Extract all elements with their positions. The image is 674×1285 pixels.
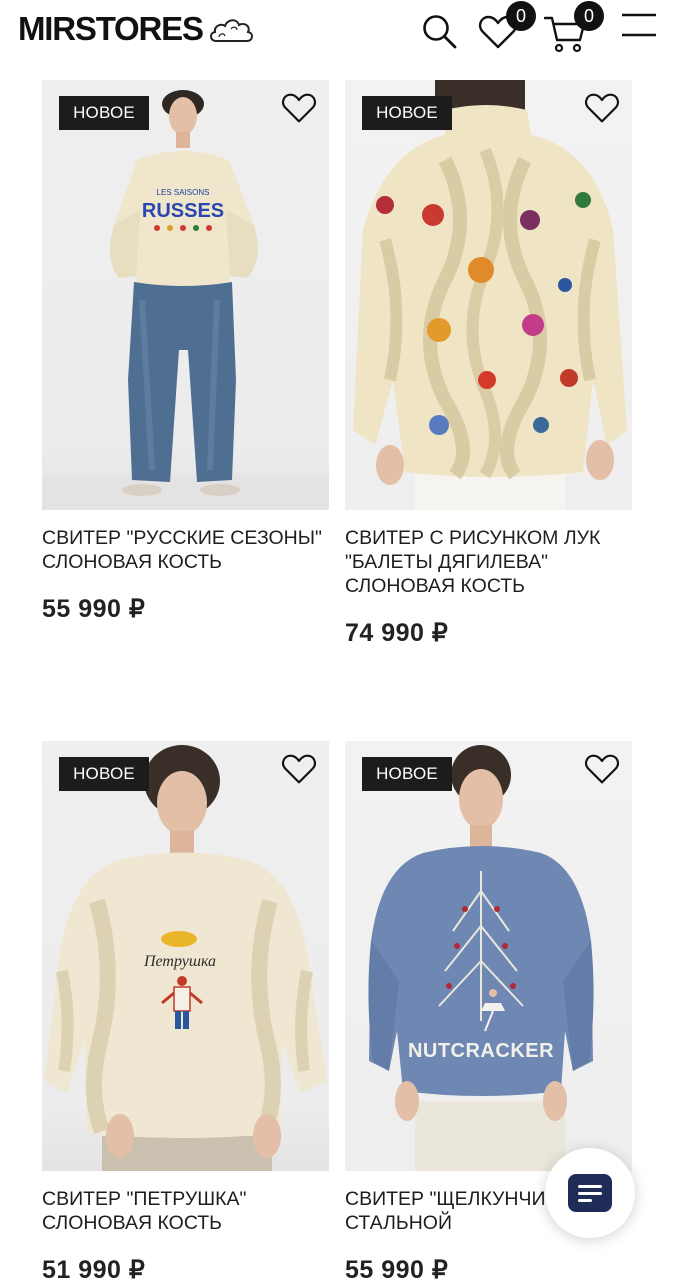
svg-text:NUTCRACKER: NUTCRACKER xyxy=(408,1040,554,1062)
new-badge: НОВОЕ xyxy=(59,96,149,130)
heart-outline-icon[interactable] xyxy=(281,753,317,785)
product-card[interactable]: LES SAISONS RUSSES НОВОЕ СВИТЕР "РУССКИЕ… xyxy=(42,80,329,624)
cart-button[interactable]: 0 xyxy=(544,1,608,56)
svg-text:Петрушка: Петрушка xyxy=(143,953,216,970)
product-photo-sweater-diaghilev xyxy=(353,80,627,510)
heart-outline-icon[interactable] xyxy=(584,753,620,785)
site-header: MIRSTORES 0 0 xyxy=(0,0,674,62)
product-photo-sweater-russes: LES SAISONS RUSSES xyxy=(42,90,329,510)
svg-text:LES SAISONS: LES SAISONS xyxy=(157,188,210,197)
hamburger-menu-icon[interactable] xyxy=(620,12,658,38)
heart-outline-icon[interactable] xyxy=(281,92,317,124)
new-badge: НОВОЕ xyxy=(362,757,452,791)
svg-text:RUSSES: RUSSES xyxy=(142,200,224,222)
product-price: 51 990 ₽ xyxy=(42,1256,146,1284)
wishlist-count-badge: 0 xyxy=(506,1,536,31)
product-image[interactable]: NUTCRACKER НОВОЕ xyxy=(345,741,632,1171)
site-logo[interactable]: MIRSTORES xyxy=(18,10,255,48)
product-title[interactable]: СВИТЕР "РУССКИЕ СЕЗОНЫ" СЛОНОВАЯ КОСТЬ xyxy=(42,526,329,574)
new-badge: НОВОЕ xyxy=(362,96,452,130)
chat-widget-button[interactable] xyxy=(545,1148,635,1238)
cart-count-badge: 0 xyxy=(574,1,604,31)
product-title[interactable]: СВИТЕР "ПЕТРУШКА" СЛОНОВАЯ КОСТЬ xyxy=(42,1187,329,1235)
new-badge: НОВОЕ xyxy=(59,757,149,791)
product-photo-sweater-petrushka: Петрушка xyxy=(44,745,327,1171)
chat-icon xyxy=(568,1174,612,1212)
product-price: 55 990 ₽ xyxy=(42,595,146,623)
wishlist-button[interactable]: 0 xyxy=(476,1,536,56)
product-price: 74 990 ₽ xyxy=(345,619,449,647)
product-image[interactable]: НОВОЕ xyxy=(345,80,632,510)
product-image[interactable]: LES SAISONS RUSSES НОВОЕ xyxy=(42,80,329,510)
product-card[interactable]: НОВОЕ СВИТЕР С РИСУНКОМ ЛУК "БАЛЕТЫ ДЯГИ… xyxy=(345,80,632,648)
heart-outline-icon[interactable] xyxy=(584,92,620,124)
search-icon[interactable] xyxy=(420,12,460,52)
product-photo-sweater-nutcracker: NUTCRACKER xyxy=(368,745,594,1171)
product-card[interactable]: Петрушка НОВОЕ СВИТЕР "ПЕТРУШКА" СЛОНОВА… xyxy=(42,741,329,1285)
product-image[interactable]: Петрушка НОВОЕ xyxy=(42,741,329,1171)
product-title[interactable]: СВИТЕР С РИСУНКОМ ЛУК "БАЛЕТЫ ДЯГИЛЕВА" … xyxy=(345,526,632,598)
product-price: 55 990 ₽ xyxy=(345,1256,449,1284)
logo-text: MIRSTORES xyxy=(18,10,204,47)
cloud-logo-icon xyxy=(209,19,253,42)
